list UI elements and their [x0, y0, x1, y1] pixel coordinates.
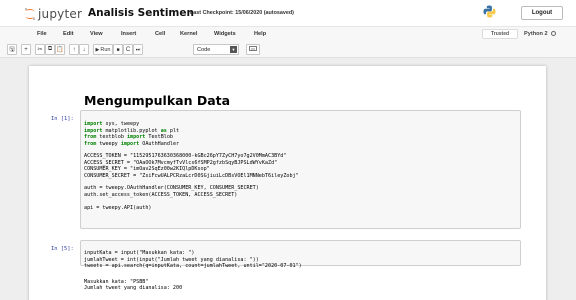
plus-icon: + — [24, 46, 28, 53]
code-line: tweets = api.search(q=inputKata, count=j… — [84, 263, 302, 270]
run-label: Run — [100, 46, 111, 53]
restart-button[interactable]: C — [123, 44, 133, 55]
kernel-idle-icon — [550, 31, 556, 36]
code-cell-2-source[interactable]: inputKata = input("Masukkan kata: ") jum… — [84, 244, 302, 270]
menu-view[interactable]: View — [90, 31, 103, 37]
output-line: Jumlah tweet yang dianalisa: 200 — [84, 285, 183, 292]
fast-forward-icon: ⏭ — [135, 46, 141, 53]
jupyter-logo[interactable]: jupyter — [24, 6, 82, 22]
kernel-indicator[interactable]: Python 2 — [524, 31, 556, 37]
run-icon: ▶ — [95, 46, 100, 53]
cell-2-prompt: In [5]: — [51, 246, 74, 252]
menu-help[interactable]: Help — [254, 31, 266, 37]
menu-widgets[interactable]: Widgets — [214, 31, 236, 37]
checkpoint-status: Last Checkpoint: 15/06/2020 (autosaved) — [190, 10, 294, 16]
jupyter-logo-icon — [24, 7, 36, 21]
code-line: jumlahTweet = int(input("Jumlah tweet ya… — [84, 256, 259, 263]
code-line: import sys, tweepy — [84, 121, 140, 128]
logout-button[interactable]: Logout — [521, 6, 563, 20]
restart-icon: C — [125, 46, 131, 53]
code-line: inputKata = input("Masukkan kata: ") — [84, 250, 195, 257]
save-icon: 🖫 — [9, 46, 15, 53]
menu-edit[interactable]: Edit — [63, 31, 74, 37]
menu-kernel[interactable]: Kernel — [180, 31, 197, 37]
copy-button[interactable]: ⧉ — [45, 44, 55, 55]
paste-icon: 📋 — [56, 47, 64, 53]
notebook-container: Mengumpulkan Data In [1]: import sys, tw… — [29, 66, 546, 300]
run-button[interactable]: ▶ Run — [93, 44, 113, 55]
move-up-button[interactable]: ↑ — [69, 44, 79, 55]
interrupt-button[interactable]: ■ — [113, 44, 123, 55]
header-bar: jupyter Analisis Sentimen Last Checkpoin… — [0, 0, 576, 26]
stop-icon: ■ — [116, 46, 120, 53]
kernel-name: Python 2 — [524, 31, 548, 37]
cell-type-select[interactable]: Code ▼ — [193, 44, 239, 55]
command-palette-button[interactable] — [246, 44, 260, 55]
code-line: ACCESS_TOKEN = "1152951763630368000-kGBc… — [84, 153, 287, 160]
chevron-down-icon: ▼ — [230, 46, 237, 53]
trusted-badge[interactable]: Trusted — [482, 29, 518, 39]
code-line: auth.set_access_token(ACCESS_TOKEN, ACCE… — [84, 191, 238, 198]
code-cell-1-source[interactable]: import sys, tweepy import matplotlib.pyp… — [84, 115, 299, 211]
python-logo-icon — [483, 5, 496, 18]
move-down-button[interactable]: ↓ — [79, 44, 89, 55]
code-line: auth = tweepy.OAuthHandler(CONSUMER_KEY,… — [84, 185, 259, 192]
code-line: ACCESS_SECRET = "OAaOOk7MvcmyfTvVlcs6fSM… — [84, 159, 278, 166]
restart-run-all-button[interactable]: ⏭ — [133, 44, 143, 55]
cell-1-prompt: In [1]: — [51, 116, 74, 122]
code-line: CONSUMER_SECRET = "ZsiFcwUALPCRzaLcrD0SG… — [84, 172, 299, 179]
code-line: from textblob import TextBlob — [84, 134, 173, 141]
insert-cell-button[interactable]: + — [21, 44, 31, 55]
notebook-title[interactable]: Analisis Sentimen — [88, 7, 194, 19]
menu-file[interactable]: File — [37, 31, 47, 37]
menu-cell[interactable]: Cell — [155, 31, 165, 37]
menu-insert[interactable]: Insert — [121, 31, 136, 37]
paste-button[interactable]: 📋 — [55, 44, 65, 55]
cut-button[interactable]: ✂ — [35, 44, 45, 55]
code-line: api = tweepy.API(auth) — [84, 204, 152, 211]
toolbar: 🖫 + ✂ ⧉ 📋 ↑ ↓ ▶ Run ■ C ⏭ Code ▼ — [0, 41, 576, 58]
code-line: import matplotlib.pyplot as plt — [84, 127, 180, 134]
arrow-up-icon: ↑ — [72, 46, 76, 53]
code-line: from tweepy import OAuthHandler — [84, 140, 180, 147]
logo-text: jupyter — [38, 7, 83, 21]
markdown-heading[interactable]: Mengumpulkan Data — [84, 93, 230, 108]
code-line: CONSUMER_KEY = "imOav2SqEz00w2KIQlpDKsop… — [84, 166, 210, 173]
copy-icon: ⧉ — [47, 46, 53, 52]
output-line: Masukkan kata: "PSBB" — [84, 278, 149, 285]
cell-type-value: Code — [197, 46, 211, 53]
cut-icon: ✂ — [37, 47, 43, 53]
save-button[interactable]: 🖫 — [7, 44, 17, 55]
menu-bar: File Edit View Insert Cell Kernel Widget… — [0, 26, 576, 41]
cell-2-output: Masukkan kata: "PSBB" Jumlah tweet yang … — [84, 272, 182, 292]
arrow-down-icon: ↓ — [82, 46, 86, 53]
keyboard-icon — [249, 46, 257, 53]
